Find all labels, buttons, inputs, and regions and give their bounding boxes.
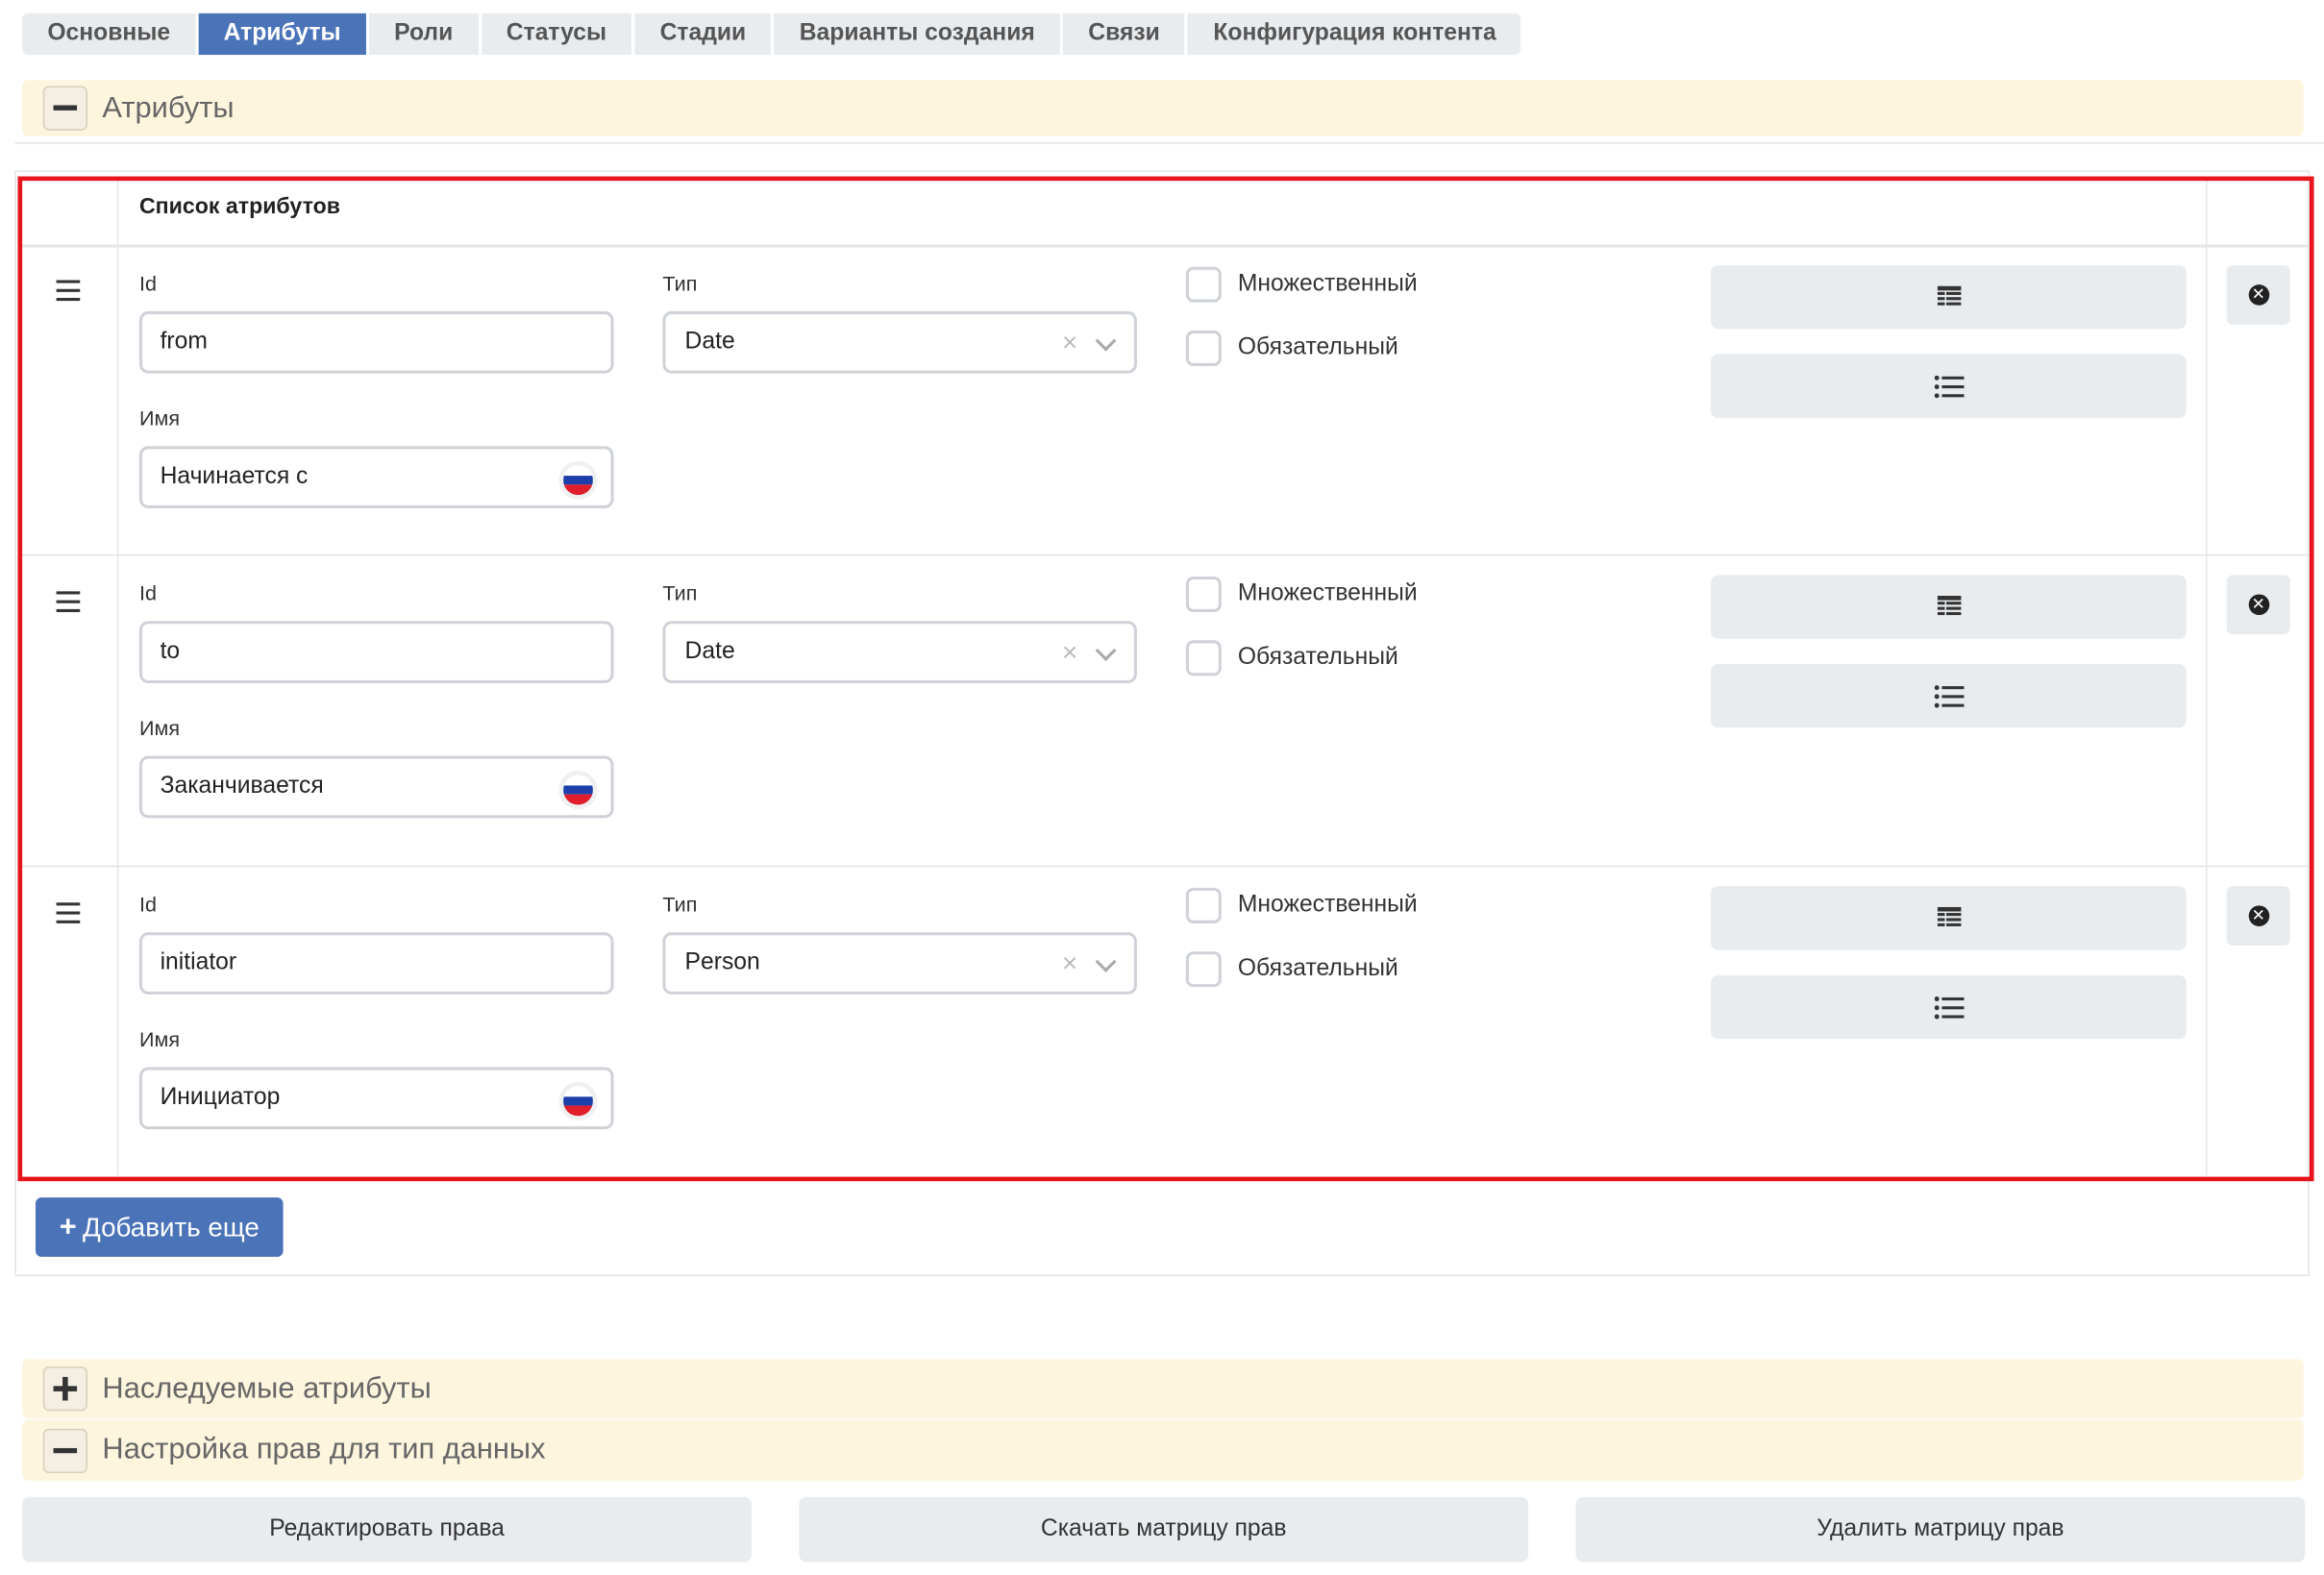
tab-creation-variants[interactable]: Варианты создания <box>774 12 1060 56</box>
multiple-label: Множественный <box>1237 580 1418 606</box>
tab-basic[interactable]: Основные <box>22 12 196 56</box>
remove-attribute-button[interactable]: ✕ <box>2226 265 2290 325</box>
list-view-button[interactable] <box>1710 354 2187 418</box>
type-label: Тип <box>662 580 698 605</box>
attribute-list-title: Список атрибутов <box>138 194 340 220</box>
plus-icon <box>53 1376 78 1401</box>
name-input[interactable]: Инициатор <box>138 1067 614 1130</box>
list-view-button[interactable] <box>1710 663 2187 728</box>
tab-bar: Основные Атрибуты Роли Статусы Стадии Ва… <box>22 12 1521 56</box>
multiple-checkbox[interactable] <box>1185 576 1222 612</box>
collapse-attributes-button[interactable] <box>42 86 87 131</box>
attribute-row: Id to Тип Date × Имя Заканчивается Множе… <box>20 555 2312 868</box>
clear-icon[interactable]: × <box>1062 328 1077 357</box>
collapse-permissions-button[interactable] <box>42 1428 87 1473</box>
list-icon <box>1933 684 1964 707</box>
tab-roles[interactable]: Роли <box>368 12 479 56</box>
drag-handle-icon[interactable] <box>56 591 81 618</box>
inherited-section-header: Наследуемые атрибуты <box>22 1359 2304 1418</box>
chevron-down-icon[interactable] <box>1095 640 1117 661</box>
remove-attribute-button[interactable]: ✕ <box>2226 575 2290 635</box>
tab-links[interactable]: Связи <box>1063 12 1186 56</box>
type-select-value: Person <box>684 949 760 975</box>
id-input[interactable]: to <box>138 621 614 684</box>
type-label: Тип <box>662 892 698 917</box>
tab-stages[interactable]: Стадии <box>634 12 772 56</box>
name-input-value: Заканчивается <box>160 774 324 800</box>
add-attribute-button[interactable]: + Добавить еще <box>36 1197 284 1257</box>
table-view-button[interactable] <box>1710 886 2187 950</box>
required-checkbox[interactable] <box>1185 640 1222 677</box>
required-label: Обязательный <box>1237 334 1398 360</box>
name-input[interactable]: Начинается с <box>138 446 614 509</box>
minus-icon <box>53 105 78 111</box>
multiple-checkbox[interactable] <box>1185 266 1222 303</box>
close-icon: ✕ <box>2247 594 2269 616</box>
russian-flag-icon[interactable] <box>563 465 593 496</box>
list-icon <box>1933 996 1964 1019</box>
type-select[interactable]: Date × <box>662 621 1137 684</box>
name-label: Имя <box>138 715 181 740</box>
drag-handle-icon[interactable] <box>56 280 81 307</box>
name-input[interactable]: Заканчивается <box>138 755 614 819</box>
type-select-value: Date <box>684 638 735 664</box>
multiple-label: Множественный <box>1237 892 1418 918</box>
section-title-permissions: Настройка прав для тип данных <box>102 1433 546 1466</box>
required-checkbox[interactable] <box>1185 951 1222 988</box>
list-icon <box>1933 375 1964 398</box>
permissions-section-header: Настройка прав для тип данных <box>22 1419 2304 1481</box>
name-label: Имя <box>138 1026 181 1051</box>
tab-content-config[interactable]: Конфигурация контента <box>1188 12 1521 56</box>
attribute-list-header: Список атрибутов <box>20 180 2312 248</box>
table-view-button[interactable] <box>1710 265 2187 330</box>
attribute-row: Id initiator Тип Person × Имя Инициатор … <box>21 867 2312 1175</box>
id-label: Id <box>138 580 158 605</box>
table-view-button[interactable] <box>1710 575 2187 639</box>
id-input[interactable]: from <box>138 310 614 374</box>
id-label: Id <box>138 271 158 295</box>
attribute-row: Id from Тип Date × Имя Начинается с Множ… <box>20 244 2312 556</box>
remove-attribute-button[interactable]: ✕ <box>2226 886 2290 946</box>
add-attribute-label: Добавить еще <box>82 1211 260 1242</box>
download-matrix-button[interactable]: Скачать матрицу прав <box>799 1496 1529 1563</box>
drag-handle-icon[interactable] <box>56 902 81 929</box>
table-icon <box>1937 906 1961 926</box>
close-icon: ✕ <box>2247 905 2269 926</box>
required-checkbox[interactable] <box>1185 330 1222 366</box>
delete-matrix-button[interactable]: Удалить матрицу прав <box>1575 1496 2306 1563</box>
expand-inherited-button[interactable] <box>42 1366 87 1412</box>
plus-icon: + <box>59 1210 77 1243</box>
required-label: Обязательный <box>1237 644 1398 671</box>
required-label: Обязательный <box>1237 955 1398 982</box>
type-select[interactable]: Person × <box>662 932 1137 995</box>
type-select-value: Date <box>684 329 735 355</box>
attributes-section-header: Атрибуты <box>22 80 2304 136</box>
russian-flag-icon[interactable] <box>563 775 593 805</box>
name-input-value: Начинается с <box>160 463 309 489</box>
table-icon <box>1937 285 1961 306</box>
minus-icon <box>53 1447 78 1453</box>
chevron-down-icon[interactable] <box>1095 951 1117 972</box>
tab-statuses[interactable]: Статусы <box>481 12 632 56</box>
section-title-attributes: Атрибуты <box>102 90 235 124</box>
tab-attributes[interactable]: Атрибуты <box>198 12 366 56</box>
close-icon: ✕ <box>2247 284 2269 306</box>
type-select[interactable]: Date × <box>662 310 1137 374</box>
list-view-button[interactable] <box>1710 974 2187 1040</box>
clear-icon[interactable]: × <box>1062 637 1077 667</box>
edit-permissions-button[interactable]: Редактировать права <box>22 1496 752 1563</box>
name-label: Имя <box>138 406 181 431</box>
divider <box>14 142 2324 144</box>
table-icon <box>1937 596 1961 616</box>
clear-icon[interactable]: × <box>1062 948 1077 978</box>
chevron-down-icon[interactable] <box>1095 330 1117 352</box>
type-label: Тип <box>662 271 698 295</box>
multiple-label: Множественный <box>1237 271 1418 297</box>
section-title-inherited: Наследуемые атрибуты <box>102 1371 432 1405</box>
multiple-checkbox[interactable] <box>1185 887 1222 923</box>
id-input[interactable]: initiator <box>138 932 614 995</box>
name-input-value: Инициатор <box>160 1084 281 1111</box>
id-label: Id <box>138 892 158 917</box>
russian-flag-icon[interactable] <box>563 1086 593 1117</box>
